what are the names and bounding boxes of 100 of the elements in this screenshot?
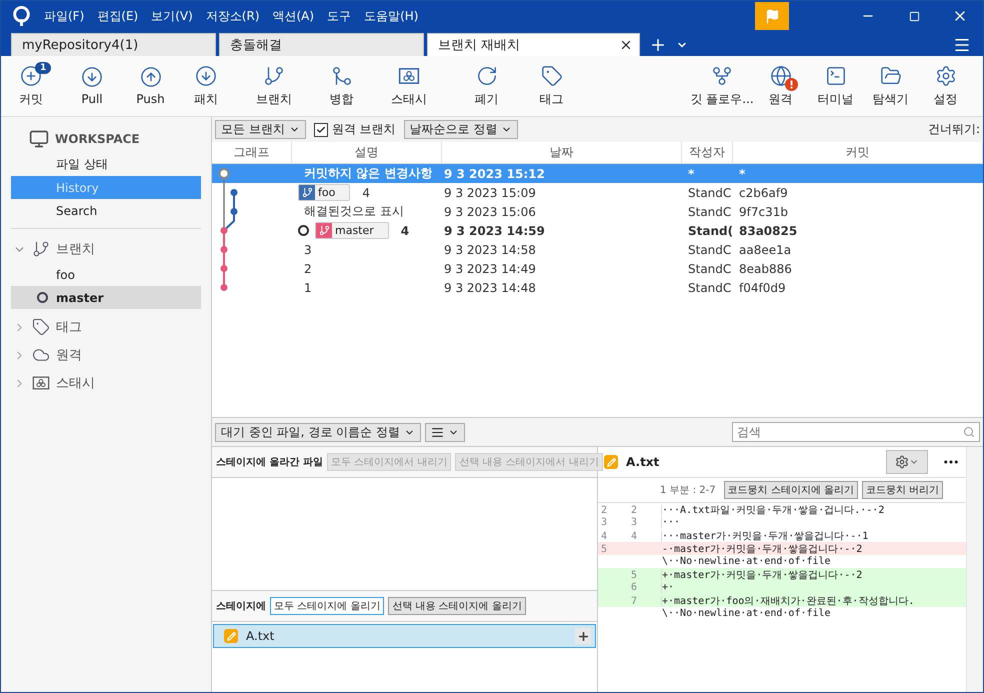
checkbox-label: 원격 브랜치 [332,121,396,138]
table-cell-text: Stand( [687,224,733,238]
checkbox[interactable] [314,122,328,136]
branch-filter-dropdown[interactable]: 모든 브랜치 [215,120,306,139]
menu-item[interactable]: 도움말(H) [364,8,418,24]
branch-item[interactable]: master [11,286,201,309]
menu-item[interactable]: 파일(F) [44,8,84,24]
scrollbar[interactable] [966,447,983,692]
table-cell-text: StandC [687,280,732,294]
view-dropdown[interactable] [424,422,465,442]
list-icon [430,426,444,438]
toolbar-button[interactable]: 폐기 [449,56,524,116]
toolbar-button[interactable]: 스태시 [369,56,449,116]
toolbar-button[interactable]: Push [123,56,178,116]
stage-file-button[interactable] [575,628,591,644]
menu-item[interactable]: 도구 [327,8,352,24]
modified-icon [224,629,238,643]
table-cell-text: 9 3 2023 15:06 [443,204,537,218]
branch-item[interactable]: foo [11,263,201,286]
toolbar-button[interactable]: 터미널 [808,56,863,116]
section-title[interactable]: 원격 [56,346,82,364]
search-icon [963,426,975,438]
code-text: +·master가·커밋을·두개·쌓을겁니다·-·2 [662,569,864,582]
commit-row[interactable]: master 4 9 3 2023 14:59 Stand( 83a0825 [212,221,983,240]
file-sort-dropdown[interactable]: 대기 중인 파일, 경로 이름순 정렬 [215,422,421,442]
table-cell-text: * [738,166,746,180]
toolbar-icon [195,64,217,86]
toolbar-icon [540,64,562,86]
tab[interactable]: 브랜치 재배치 [427,33,640,56]
file-name: A.txt [246,629,274,643]
menu-item[interactable]: 액션(A) [272,8,314,24]
head-icon [298,225,309,236]
tab[interactable]: 충돌해결 [219,33,424,56]
table-cell-text: 해결된것으로 표시 [303,203,404,220]
table-cell-text: StandC [687,242,732,256]
toolbar-icon [880,64,902,86]
menu-item[interactable]: 저장소(R) [206,8,260,24]
sort-dropdown[interactable]: 날짜순으로 정렬 [404,120,518,139]
maximize-icon [908,10,920,22]
file-name: A.txt [626,455,660,469]
toolbar-button[interactable]: 태그 [524,56,579,116]
add-tab-icon[interactable] [649,36,667,54]
menu-item[interactable]: 편집(E) [97,8,138,24]
toolbar-button[interactable]: 원격 [753,56,808,116]
check-icon [316,124,326,134]
stash-icon [32,374,50,392]
table-cell-text: 9f7c31b [738,204,789,218]
line-number: 6 [628,582,662,593]
hunk-button[interactable]: 코드뭉치 버리기 [862,481,944,499]
current-branch-icon [37,292,48,303]
toolbar-button[interactable]: 패치 [178,56,234,116]
toolbar-button[interactable]: 깃 플로우... [691,56,753,116]
toolbar-icon [263,64,285,86]
file-row[interactable]: A.txt [213,624,596,648]
modified-icon [604,455,618,469]
sidebar-item[interactable]: Search [11,199,201,222]
line-number: 4 [600,530,608,542]
toolbar-button[interactable]: 1 커밋 [1,56,61,116]
hunk-button[interactable]: 코드뭉치 스테이지에 올리기 [724,481,858,499]
close-icon[interactable] [619,38,633,52]
section-title[interactable]: 브랜치 [56,240,95,258]
table-cell-text: 1 [303,280,312,294]
sidebar-item[interactable]: 파일 상태 [11,153,201,176]
tab[interactable]: myRepository4(1) [11,33,216,56]
menu-icon[interactable] [953,36,971,54]
code-text: \··No·newline·at·end·of·file [662,556,832,567]
toolbar-button[interactable]: Pull [61,56,123,116]
table-cell-text: 8eab886 [738,262,793,276]
toolbar-button[interactable]: 설정 [918,56,973,116]
pane-title: 스테이지에 [216,600,266,613]
line-number: 2 [600,504,608,516]
section-title[interactable]: 스태시 [56,374,95,392]
table-cell-text: StandC [687,186,732,200]
table-cell-text: 9 3 2023 15:12 [443,166,546,180]
table-cell-text: f04f0d9 [738,280,787,294]
commit-row[interactable]: 3 9 3 2023 14:58 StandC aa8ee1a [212,240,983,259]
code-text: ···master가·커밋을·두개·쌓을겁니다·-·1 [662,530,870,543]
commit-row[interactable]: 2 9 3 2023 14:49 StandC 8eab886 [212,259,983,278]
toolbar-icon [824,64,846,86]
commit-row[interactable]: foo 4 9 3 2023 15:09 StandC c2b6af9 [212,183,983,202]
stage-button[interactable]: 모두 스테이지에 올리기 [270,597,384,615]
table-cell-text: 9 3 2023 15:09 [443,186,537,200]
commit-row[interactable]: 1 9 3 2023 14:48 StandC f04f0d9 [212,278,983,297]
toolbar-button[interactable]: 탐색기 [863,56,918,116]
section-title[interactable]: 태그 [56,318,82,336]
menu-item[interactable]: 보기(V) [151,8,193,24]
toolbar-icon [476,64,498,86]
stage-button[interactable]: 선택 내용 스테이지에 올리기 [388,597,526,615]
code-text: +·master가·foo의·재배치가·완료된·후·작성합니다. [662,595,916,608]
hunk-header: 1 부분 : 2-7 [660,484,716,497]
toolbar-icon [140,66,162,88]
table-cell-text: 3 [303,242,312,256]
code-text: ··· [662,517,682,528]
toolbar-icon [81,66,103,88]
commit-row[interactable]: 해결된것으로 표시 9 3 2023 15:06 StandC 9f7c31b [212,202,983,221]
settings-dropdown[interactable] [886,450,928,474]
toolbar-button[interactable]: 브랜치 [234,56,314,116]
table-cell-text: 9 3 2023 14:58 [443,242,537,256]
toolbar-button[interactable]: 병합 [314,56,369,116]
search-field[interactable]: 검색 [732,422,980,442]
